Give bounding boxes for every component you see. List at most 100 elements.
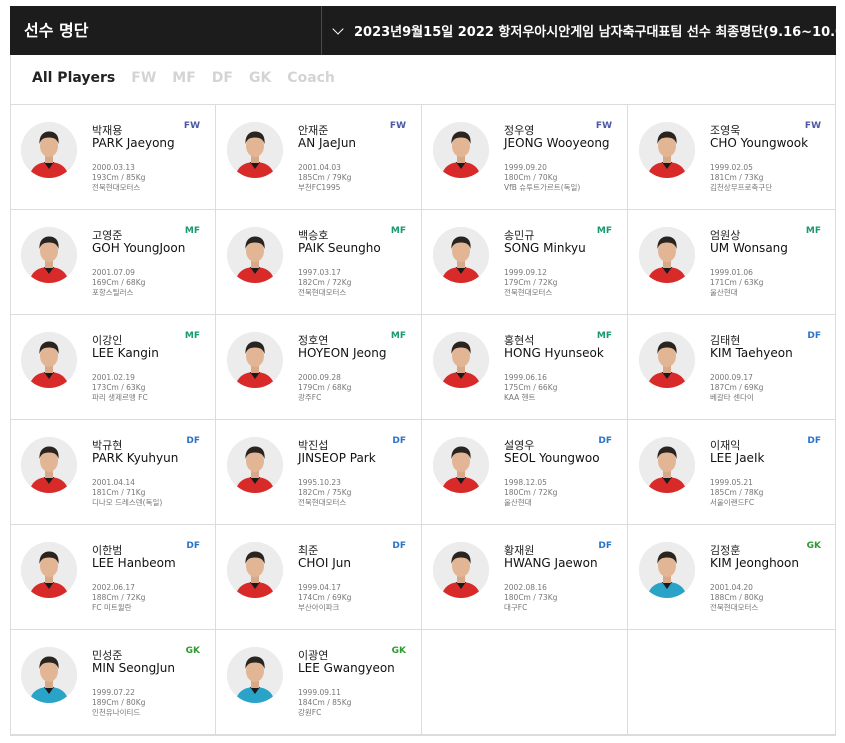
tab-df[interactable]: DF: [212, 70, 233, 86]
player-height-weight: 175Cm / 66Kg: [504, 383, 558, 392]
player-info: 1999.09.11 184Cm / 85Kg 강원FC: [298, 688, 351, 718]
empty-cell: [422, 630, 628, 735]
player-photo: [21, 332, 77, 388]
player-photo: [639, 542, 695, 598]
player-card[interactable]: 이강인 LEE Kangin MF 2001.02.19 173Cm / 63Kg 파리 …: [10, 315, 216, 420]
player-card[interactable]: 이광연 LEE Gwangyeon GK 1999.09.11 184Cm / 85Kg…: [216, 630, 422, 735]
player-photo: [227, 332, 283, 388]
player-team: FC 미트윌란: [92, 603, 132, 612]
position-badge: MF: [184, 226, 200, 236]
player-photo: [433, 542, 489, 598]
player-row: 박재용 PARK Jaeyong FW 2000.03.13 193Cm / 85Kg 전…: [10, 105, 836, 210]
player-english-name: UM Wonsang: [710, 241, 788, 255]
position-badge: FW: [804, 121, 821, 131]
tab-all-players[interactable]: All Players: [32, 70, 115, 86]
player-card[interactable]: 홍현석 HONG Hyunseok MF 1999.06.16 175Cm / 66Kg…: [422, 315, 628, 420]
player-card[interactable]: 박규현 PARK Kyuhyun DF 2001.04.14 181Cm / 71Kg 디…: [10, 420, 216, 525]
player-info: 1999.01.06 171Cm / 63Kg 울산현대: [710, 268, 763, 298]
player-card[interactable]: 최준 CHOI Jun DF 1999.04.17 174Cm / 69Kg 부산아이파크: [216, 525, 422, 630]
player-card[interactable]: 정우영 JEONG Wooyeong FW 1999.09.20 180Cm / 70K…: [422, 105, 628, 210]
tab-gk[interactable]: GK: [249, 70, 271, 86]
player-card[interactable]: 설영우 SEOL Youngwoo DF 1998.12.05 180Cm / 72Kg…: [422, 420, 628, 525]
player-photo: [21, 647, 77, 703]
player-team: 강원FC: [298, 708, 322, 717]
player-card[interactable]: 엄원상 UM Wonsang MF 1999.01.06 171Cm / 63Kg 울산현…: [628, 210, 836, 315]
player-card[interactable]: 김태현 KIM Taehyeon DF 2000.09.17 187Cm / 69Kg 베…: [628, 315, 836, 420]
player-team: 울산현대: [504, 498, 532, 507]
player-height-weight: 180Cm / 73Kg: [504, 593, 558, 602]
tab-mf[interactable]: MF: [172, 70, 196, 86]
player-card[interactable]: 박진섭 JINSEOP Park DF 1995.10.23 182Cm / 75Kg 전…: [216, 420, 422, 525]
player-birthdate: 2001.04.14: [92, 478, 135, 487]
position-badge: FW: [183, 121, 200, 131]
player-birthdate: 1998.12.05: [504, 478, 547, 487]
player-height-weight: 193Cm / 85Kg: [92, 173, 146, 182]
player-info: 2001.07.09 169Cm / 68Kg 포항스틸러스: [92, 268, 145, 298]
player-grid: 박재용 PARK Jaeyong FW 2000.03.13 193Cm / 85Kg 전…: [10, 104, 836, 735]
player-card[interactable]: 조영욱 CHO Youngwook FW 1999.02.05 181Cm / 73Kg…: [628, 105, 836, 210]
player-photo: [433, 332, 489, 388]
player-row: 박규현 PARK Kyuhyun DF 2001.04.14 181Cm / 71Kg 디…: [10, 420, 836, 525]
tab-fw[interactable]: FW: [131, 70, 156, 86]
player-card[interactable]: 민성준 MIN SeongJun GK 1999.07.22 189Cm / 80Kg 인…: [10, 630, 216, 735]
tab-coach[interactable]: Coach: [287, 70, 335, 86]
player-team: 파리 생제르맹 FC: [92, 393, 148, 402]
player-card[interactable]: 정호연 HOYEON Jeong MF 2000.09.28 179Cm / 68Kg 광…: [216, 315, 422, 420]
player-english-name: SEOL Youngwoo: [504, 451, 600, 465]
player-card[interactable]: 안재준 AN JaeJun FW 2001.04.03 185Cm / 79Kg 부천FC…: [216, 105, 422, 210]
player-english-name: KIM Taehyeon: [710, 346, 793, 360]
player-birthdate: 1999.02.05: [710, 163, 753, 172]
player-team: 서울이랜드FC: [710, 498, 755, 507]
player-english-name: HWANG Jaewon: [504, 556, 598, 570]
position-badge: DF: [392, 436, 406, 446]
position-badge: FW: [595, 121, 612, 131]
position-badge: DF: [807, 331, 821, 341]
player-birthdate: 1999.09.12: [504, 268, 547, 277]
player-birthdate: 2001.07.09: [92, 268, 135, 277]
player-card[interactable]: 김정훈 KIM Jeonghoon GK 2001.04.20 188Cm / 80Kg…: [628, 525, 836, 630]
player-team: KAA 헨트: [504, 393, 536, 402]
player-card[interactable]: 이재익 LEE JaeIk DF 1999.05.21 185Cm / 78Kg 서울이랜…: [628, 420, 836, 525]
player-english-name: KIM Jeonghoon: [710, 556, 799, 570]
player-birthdate: 2000.03.13: [92, 163, 135, 172]
player-photo: [21, 437, 77, 493]
player-card[interactable]: 송민규 SONG Minkyu MF 1999.09.12 179Cm / 72Kg 전북…: [422, 210, 628, 315]
player-english-name: PAIK Seungho: [298, 241, 381, 255]
player-english-name: CHO Youngwook: [710, 136, 809, 150]
player-english-name: HOYEON Jeong: [298, 346, 387, 360]
player-card[interactable]: 이한범 LEE Hanbeom DF 2002.06.17 188Cm / 72Kg FC…: [10, 525, 216, 630]
position-badge: GK: [806, 541, 821, 551]
player-card[interactable]: 백승호 PAIK Seungho MF 1997.03.17 182Cm / 72Kg 전…: [216, 210, 422, 315]
player-birthdate: 1997.03.17: [298, 268, 341, 277]
player-birthdate: 2000.09.17: [710, 373, 753, 382]
player-team: 전북현대모터스: [92, 183, 141, 192]
player-height-weight: 185Cm / 78Kg: [710, 488, 764, 497]
player-info: 1999.05.21 185Cm / 78Kg 서울이랜드FC: [710, 478, 763, 508]
player-info: 2000.09.17 187Cm / 69Kg 베갈타 센다이: [710, 373, 763, 403]
player-info: 1998.12.05 180Cm / 72Kg 울산현대: [504, 478, 557, 508]
player-height-weight: 184Cm / 85Kg: [298, 698, 352, 707]
player-birthdate: 1999.07.22: [92, 688, 135, 697]
position-badge: FW: [389, 121, 406, 131]
player-card[interactable]: 황재원 HWANG Jaewon DF 2002.08.16 180Cm / 73Kg 대…: [422, 525, 628, 630]
position-badge: MF: [596, 226, 612, 236]
player-team: 광주FC: [298, 393, 322, 402]
player-info: 2001.02.19 173Cm / 63Kg 파리 생제르맹 FC: [92, 373, 148, 403]
player-card[interactable]: 고영준 GOH YoungJoon MF 2001.07.09 169Cm / 68Kg…: [10, 210, 216, 315]
player-row: 이강인 LEE Kangin MF 2001.02.19 173Cm / 63Kg 파리 …: [10, 315, 836, 420]
player-info: 2001.04.03 185Cm / 79Kg 부천FC1995: [298, 163, 351, 193]
player-team: 전북현대모터스: [298, 498, 347, 507]
roster-select-dropdown[interactable]: 2023년9월15일 2022 항저우아시안게임 남자축구대표팀 선수 최종명단…: [322, 6, 836, 55]
player-english-name: LEE Kangin: [92, 346, 159, 360]
player-info: 1999.07.22 189Cm / 80Kg 인천유나이티드: [92, 688, 145, 718]
player-photo: [227, 542, 283, 598]
player-height-weight: 179Cm / 68Kg: [298, 383, 352, 392]
player-photo: [21, 122, 77, 178]
empty-cell: [628, 630, 836, 735]
player-info: 2000.09.28 179Cm / 68Kg 광주FC: [298, 373, 351, 403]
player-height-weight: 174Cm / 69Kg: [298, 593, 352, 602]
player-card[interactable]: 박재용 PARK Jaeyong FW 2000.03.13 193Cm / 85Kg 전…: [10, 105, 216, 210]
player-english-name: LEE Hanbeom: [92, 556, 176, 570]
player-birthdate: 1999.09.11: [298, 688, 341, 697]
player-birthdate: 2001.02.19: [92, 373, 135, 382]
